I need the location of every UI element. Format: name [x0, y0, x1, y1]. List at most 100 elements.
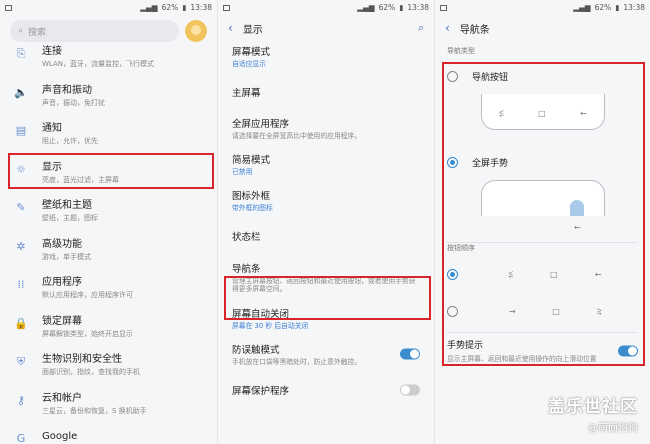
- settings-item[interactable]: ⁞⁞ 应用程序默认应用程序，应用程序许可: [0, 271, 217, 310]
- display-list: 屏幕模式 自适应显示 主屏幕 全屏应用程序 请选择要在全屏宽高比中使用的应用程序。 简易模…: [218, 38, 434, 408]
- battery-text: 62%: [594, 3, 612, 12]
- settings-item[interactable]: ⎘ 连接 WLAN，蓝牙，流量监控，飞行模式: [0, 40, 217, 79]
- shield-icon: ⛨: [16, 355, 26, 368]
- highlight-box-display: [8, 153, 214, 189]
- settings-item[interactable]: GGoogleGoogle 设置: [0, 425, 217, 444]
- settings-item[interactable]: ✎ 壁纸和主题壁纸，主题，图标: [0, 194, 217, 233]
- lock-icon: 🔒: [14, 316, 28, 330]
- search-input[interactable]: ⌕ 搜索: [10, 20, 179, 42]
- signal-icon: ▂▄▆: [357, 3, 375, 12]
- watermark-line1: 盖乐世社区: [548, 397, 638, 417]
- display-item-subtitle: 带外框的图标: [232, 203, 273, 212]
- settings-item-subtitle: 面部识别，指纹，查找我的手机: [42, 368, 140, 376]
- settings-item-title: 通知: [42, 123, 62, 134]
- display-item[interactable]: 图标外框 带外框的图标: [218, 182, 434, 218]
- display-item[interactable]: 主屏幕: [218, 74, 434, 110]
- display-item-subtitle: 屏幕在 30 秒 后自动关闭: [232, 321, 309, 330]
- display-item-subtitle: 手机放在口袋等黑暗处时，防止意外触控。: [232, 357, 362, 366]
- settings-item-subtitle: 阻止，允许，优先: [42, 137, 98, 145]
- time-text: 13:38: [407, 3, 429, 12]
- settings-item[interactable]: ⛨ 生物识别和安全性面部识别，指纹，查找我的手机: [0, 348, 217, 387]
- display-item[interactable]: 屏幕模式 自适应显示: [218, 38, 434, 74]
- back-arrow-icon[interactable]: ‹: [445, 21, 450, 35]
- status-bar: ▂▄▆ 62% ▮ 13:38: [218, 0, 434, 15]
- settings-item-subtitle: 屏幕解锁类型，始终开启显示: [42, 329, 133, 338]
- settings-item-title: 声音和振动: [42, 84, 92, 96]
- settings-item-title: 生物识别和安全性: [42, 354, 122, 365]
- highlight-box-navbar: [224, 276, 431, 320]
- display-item[interactable]: 防误触模式 手机放在口袋等黑暗处时，防止意外触控。: [218, 336, 434, 372]
- display-item-title: 状态栏: [232, 232, 261, 243]
- settings-item-title: 云和帐户: [42, 392, 82, 404]
- status-bar: ▂▄▆ 62% ▮ 13:38: [435, 0, 650, 15]
- settings-item[interactable]: ▤ 通知阻止，允许，优先: [0, 117, 217, 156]
- image-notification-icon: [440, 4, 447, 11]
- apps-icon: ⁞⁞: [17, 278, 25, 291]
- settings-item-subtitle: 游戏，单手模式: [42, 252, 91, 261]
- search-icon[interactable]: ⌕: [418, 21, 424, 35]
- avatar[interactable]: [185, 20, 207, 42]
- battery-icon: ▮: [615, 3, 620, 12]
- battery-text: 62%: [378, 3, 396, 12]
- highlight-box-navbar-settings: [442, 62, 645, 366]
- display-item-subtitle: 请选择要在全屏宽高比中使用的应用程序。: [232, 131, 362, 140]
- display-item[interactable]: 简易模式 已禁用: [218, 146, 434, 182]
- link-icon: ⎘: [16, 47, 26, 60]
- battery-text: 62%: [161, 3, 179, 12]
- search-icon: ⌕: [18, 26, 24, 36]
- display-item-subtitle: 自适应显示: [232, 59, 266, 68]
- bell-icon: ▤: [15, 124, 27, 137]
- settings-panel: ▂▄▆ 62% ▮ 13:38 ⌕ 搜索 ⎘ 连接 WLAN，蓝牙，流量监控，飞行模…: [0, 0, 217, 444]
- display-item-title: 主屏幕: [232, 88, 261, 99]
- watermark-line2: @萌面狗狗: [588, 423, 638, 434]
- display-item-toggle[interactable]: [400, 384, 420, 396]
- page-title: 显示: [242, 24, 263, 36]
- navbar-panel: ▂▄▆ 62% ▮ 13:38 ‹ 导航条 导航类型 导航按钮 ⥶ □ ← 全屏…: [434, 0, 650, 444]
- settings-item-title: Google: [42, 431, 78, 442]
- display-item-title: 导航条: [232, 263, 261, 275]
- display-item-title: 简易模式: [232, 154, 271, 166]
- google-icon: G: [16, 432, 26, 444]
- status-bar: ▂▄▆ 62% ▮ 13:38: [0, 0, 217, 15]
- settings-item-subtitle: 声音，振动，免打扰: [42, 98, 105, 107]
- display-item[interactable]: 全屏应用程序 请选择要在全屏宽高比中使用的应用程序。: [218, 110, 434, 146]
- settings-item-subtitle: WLAN，蓝牙，流量监控，飞行模式: [42, 60, 155, 68]
- display-item-title: 屏幕模式: [232, 46, 271, 58]
- page-title: 导航条: [459, 24, 490, 36]
- settings-list: ⎘ 连接 WLAN，蓝牙，流量监控，飞行模式 🔈 声音和振动 声音，振动，免打扰 ▤ 通知 阻止…: [0, 40, 217, 444]
- battery-icon: ▮: [399, 3, 404, 12]
- brush-icon: ✎: [16, 201, 26, 214]
- display-item[interactable]: 状态栏: [218, 218, 434, 254]
- display-item-toggle[interactable]: [400, 348, 420, 360]
- display-item-title: 全屏应用程序: [232, 118, 290, 130]
- image-notification-icon: [223, 4, 230, 11]
- settings-item-title: 壁纸和主题: [42, 200, 92, 211]
- settings-item-title: 锁定屏幕: [42, 315, 82, 327]
- settings-item-subtitle: 默认应用程序，应用程序许可: [42, 291, 133, 299]
- settings-item-title: 连接: [42, 46, 62, 57]
- key-icon: ⚷: [16, 393, 26, 407]
- settings-item[interactable]: ✲ 高级功能 游戏，单手模式: [0, 233, 217, 272]
- settings-item-title: 应用程序: [42, 277, 82, 288]
- display-item-title: 图标外框: [232, 190, 271, 202]
- signal-icon: ▂▄▆: [140, 3, 158, 12]
- section-header-nav-type: 导航类型: [447, 47, 475, 55]
- search-placeholder: 搜索: [28, 27, 47, 38]
- settings-item[interactable]: 🔈 声音和振动 声音，振动，免打扰: [0, 79, 217, 118]
- settings-item-subtitle: 三星云，备份和恢复，S 换机助手: [42, 406, 147, 415]
- image-notification-icon: [5, 4, 12, 11]
- time-text: 13:38: [190, 3, 212, 12]
- signal-icon: ▂▄▆: [573, 3, 591, 12]
- settings-item-subtitle: 壁纸，主题，图标: [42, 214, 98, 222]
- settings-item-title: 高级功能: [42, 238, 82, 250]
- settings-item[interactable]: ⚷ 云和帐户三星云，备份和恢复，S 换机助手: [0, 387, 217, 426]
- display-panel: ▂▄▆ 62% ▮ 13:38 ‹ 显示 ⌕ 屏幕模式 自适应显示主屏幕全屏应用程…: [217, 0, 434, 444]
- display-item-title: 屏幕保护程序: [232, 386, 290, 397]
- battery-icon: ▮: [182, 3, 187, 12]
- watermark: 盖乐世社区 @萌面狗狗: [548, 392, 638, 434]
- settings-item[interactable]: 🔒 锁定屏幕屏幕解锁类型，始终开启显示: [0, 310, 217, 349]
- display-item-subtitle: 已禁用: [232, 167, 253, 176]
- display-item[interactable]: 屏幕保护程序: [218, 372, 434, 408]
- back-arrow-icon[interactable]: ‹: [228, 21, 233, 35]
- time-text: 13:38: [623, 3, 645, 12]
